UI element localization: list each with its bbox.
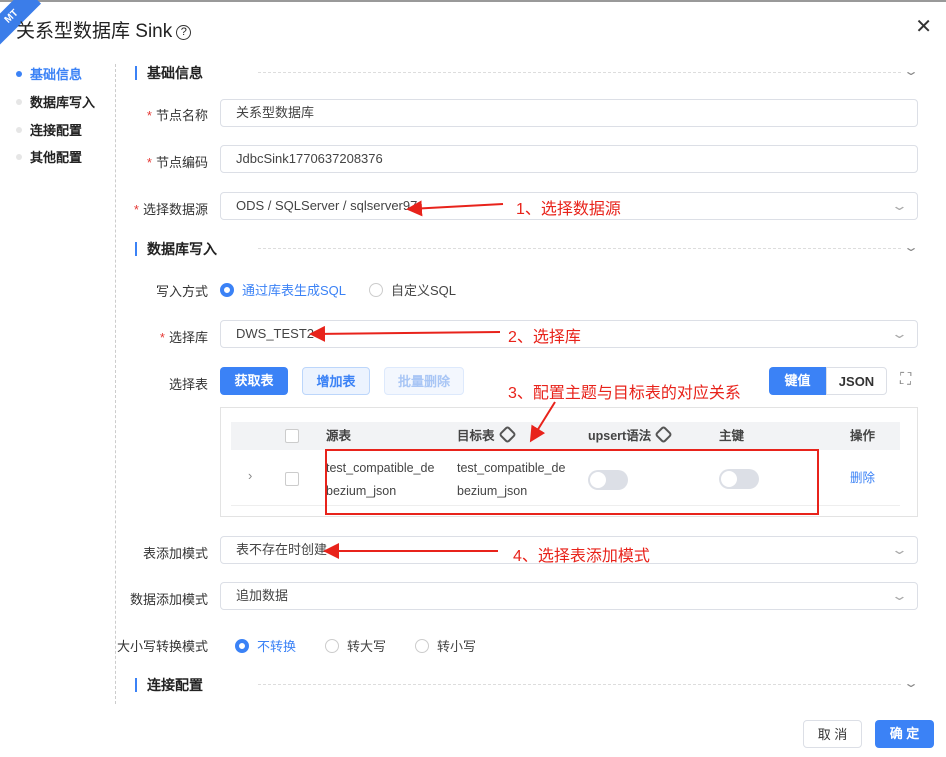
annotation-arrows (309, 200, 556, 559)
arrow-3 (529, 401, 556, 443)
arrow-2 (309, 325, 501, 342)
arrow-1 (406, 200, 504, 217)
